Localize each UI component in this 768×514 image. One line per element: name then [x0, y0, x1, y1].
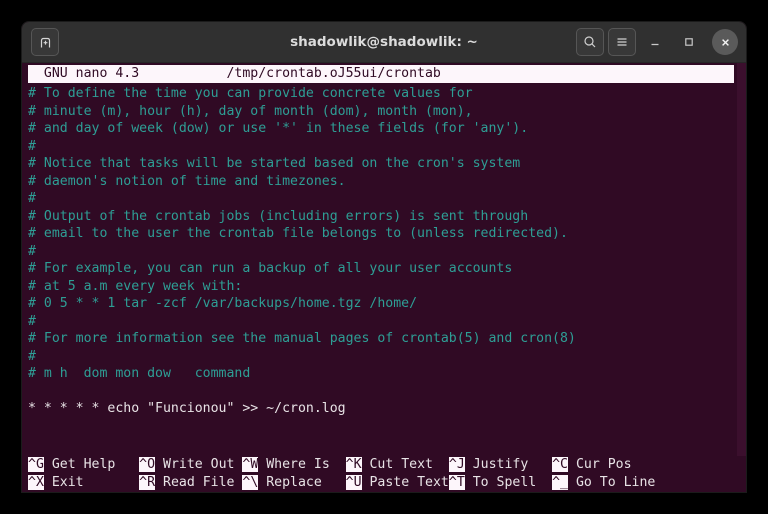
nano-line: # at 5 a.m every week with:	[28, 278, 243, 294]
shortcut-key: ^R	[139, 475, 156, 490]
nano-text-area[interactable]: # To define the time you can provide con…	[28, 85, 734, 418]
shortcut-key: ^T	[448, 475, 465, 490]
shortcut-item[interactable]: ^C Cur Pos	[552, 456, 632, 474]
terminal-window: shadowlik@shadowlik: ~ GNU nano 4.3 /tmp…	[22, 22, 746, 492]
nano-line	[28, 383, 734, 401]
nano-line: # minute (m), hour (h), day of month (do…	[28, 103, 473, 119]
nano-line: # For more information see the manual pa…	[28, 331, 576, 346]
shortcut-key: ^O	[139, 457, 156, 472]
shortcut-item[interactable]: ^K Cut Text	[345, 456, 449, 474]
shortcut-item[interactable]: ^T To Spell	[448, 474, 553, 492]
maximize-button[interactable]	[674, 27, 704, 57]
nano-line: # m h dom mon dow command	[28, 366, 251, 381]
shortcut-key: ^X	[28, 475, 44, 490]
shortcut-label: Cut Text	[361, 457, 449, 472]
search-icon[interactable]	[576, 28, 604, 56]
titlebar-left-controls	[22, 28, 59, 56]
shortcut-key: ^G	[28, 457, 44, 472]
shortcut-label: Go To Line	[568, 475, 656, 490]
shortcut-row-1: ^G Get Help ^O Write Out ^W Where Is ^K …	[28, 456, 632, 474]
shortcut-item[interactable]: ^O Write Out	[139, 456, 242, 474]
shortcut-item[interactable]: ^_ Go To Line	[552, 474, 655, 492]
nano-line: # To define the time you can provide con…	[28, 86, 473, 101]
shortcut-item[interactable]: ^U Paste Text	[345, 474, 449, 492]
shortcut-key: ^\	[242, 475, 259, 490]
shortcut-item[interactable]: ^J Justify	[448, 456, 553, 474]
shortcut-row-2: ^X Exit ^R Read File ^\ Replace ^U Paste…	[28, 474, 655, 492]
nano-line: * * * * * echo "Funcionou" >> ~/cron.log	[28, 401, 346, 416]
nano-line: # 0 5 * * 1 tar -zcf /var/backups/home.t…	[28, 296, 418, 311]
nano-line: # and day of week (dow) or use '*' in th…	[28, 121, 529, 136]
shortcut-item[interactable]: ^X Exit	[28, 474, 139, 492]
close-button[interactable]	[712, 29, 738, 55]
titlebar-right-controls	[576, 22, 738, 62]
nano-line: #	[28, 313, 36, 329]
minimize-button[interactable]	[640, 27, 670, 57]
shortcut-item[interactable]: ^R Read File	[139, 474, 242, 492]
terminal-scrollbar[interactable]	[737, 63, 746, 492]
nano-line: #	[28, 138, 36, 154]
shortcut-label: Cur Pos	[568, 457, 632, 472]
nano-shortcut-bar: ^G Get Help ^O Write Out ^W Where Is ^K …	[22, 456, 746, 492]
shortcut-item[interactable]: ^\ Replace	[242, 474, 345, 492]
nano-line: #	[28, 243, 36, 259]
nano-line: # Output of the crontab jobs (including …	[28, 208, 529, 224]
shortcut-label: Read File	[155, 475, 243, 490]
nano-line: #	[28, 191, 36, 206]
shortcut-label: Where Is	[258, 457, 346, 472]
shortcut-key: ^U	[345, 475, 362, 490]
shortcut-label: Write Out	[155, 457, 243, 472]
shortcut-key: ^_	[552, 475, 568, 490]
shortcut-item[interactable]: ^G Get Help	[28, 456, 139, 474]
shortcut-label: Paste Text	[361, 475, 449, 490]
new-tab-icon[interactable]	[31, 28, 59, 56]
shortcut-key: ^J	[448, 457, 465, 472]
window-titlebar: shadowlik@shadowlik: ~	[22, 22, 746, 63]
terminal-screen[interactable]: GNU nano 4.3 /tmp/crontab.oJ55ui/crontab…	[22, 63, 746, 492]
shortcut-key: ^C	[552, 457, 568, 472]
shortcut-label: Exit	[43, 475, 140, 490]
shortcut-key: ^W	[242, 457, 259, 472]
nano-line: # email to the user the crontab file bel…	[28, 226, 568, 241]
hamburger-menu-icon[interactable]	[608, 28, 636, 56]
shortcut-label: Get Help	[43, 457, 140, 472]
nano-line: # Notice that tasks will be started base…	[28, 156, 521, 171]
shortcut-key: ^K	[345, 457, 362, 472]
nano-header-bar: GNU nano 4.3 /tmp/crontab.oJ55ui/crontab	[28, 65, 734, 83]
nano-line: # For example, you can run a backup of a…	[28, 261, 513, 276]
nano-line: #	[28, 348, 36, 364]
shortcut-item[interactable]: ^W Where Is	[242, 456, 345, 474]
shortcut-label: To Spell	[464, 475, 553, 490]
nano-line: # daemon's notion of time and timezones.	[28, 173, 346, 189]
shortcut-label: Justify	[464, 457, 553, 472]
shortcut-label: Replace	[258, 475, 346, 490]
